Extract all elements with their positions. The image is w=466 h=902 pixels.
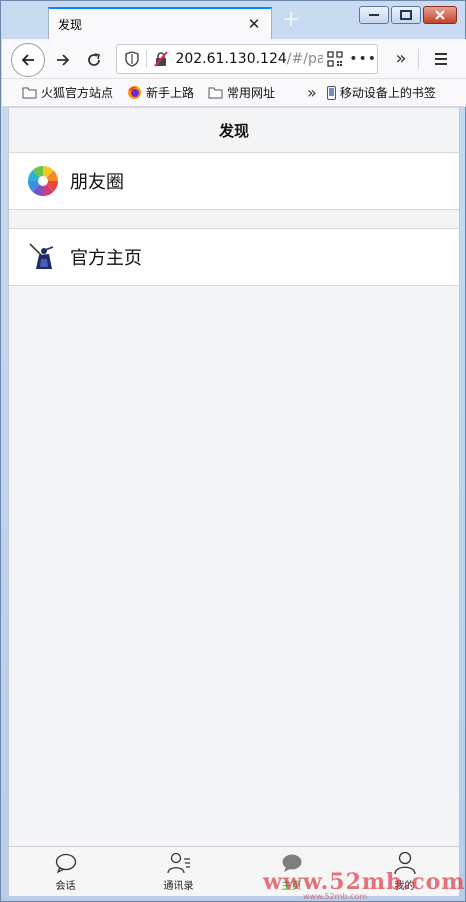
title-bar: 发现 ✕ + — [1, 1, 465, 39]
section-gap — [9, 210, 459, 229]
bookmark-label: 新手上路 — [146, 86, 195, 100]
url-host: 202.61.130.124 — [175, 51, 287, 67]
contacts-icon — [166, 851, 191, 875]
bookmark-item[interactable]: 移动设备上的书签 — [323, 82, 440, 104]
tab-title: 发现 — [58, 17, 83, 32]
url-text: 202.61.130.124/#/page — [175, 51, 323, 67]
page-title: 发现 — [218, 121, 249, 140]
bookmark-item[interactable]: 火狐官方站点 — [18, 82, 117, 104]
forward-button[interactable] — [51, 48, 75, 72]
list-item-moments[interactable]: 朋友圈 — [9, 153, 459, 210]
insecure-lock-icon[interactable] — [152, 50, 170, 68]
browser-tab[interactable]: 发现 ✕ — [48, 7, 272, 39]
page-viewport: 发现 朋友圈 官方主页 会话 通讯录 主页 我的 — [8, 108, 460, 896]
bookmarks-bar: 火狐官方站点 新手上路 常用网址 » 移动设备上的书签 — [2, 79, 466, 107]
tab-contacts[interactable]: 通讯录 — [122, 847, 235, 896]
back-button[interactable] — [11, 43, 45, 77]
minimize-button[interactable] — [359, 6, 389, 24]
folder-icon — [208, 87, 223, 99]
tab-home[interactable]: 主页 — [235, 847, 348, 896]
moments-icon — [26, 164, 60, 198]
firefox-icon — [128, 86, 142, 99]
bookmark-label: 移动设备上的书签 — [339, 86, 436, 100]
maximize-button[interactable] — [391, 6, 421, 24]
home-bubble-icon — [280, 851, 304, 875]
tab-label: 主页 — [281, 881, 302, 892]
bookmarks-overflow-icon[interactable]: » — [307, 83, 317, 102]
samurai-logo-icon — [26, 240, 60, 274]
list-item-label: 朋友圈 — [70, 172, 124, 193]
folder-icon — [22, 87, 37, 99]
close-tab-icon[interactable]: ✕ — [245, 15, 263, 33]
reload-button[interactable] — [82, 48, 106, 72]
hamburger-menu-icon[interactable] — [430, 48, 452, 70]
tab-label: 我的 — [394, 881, 415, 892]
page-actions-icon[interactable]: ••• — [349, 51, 377, 67]
arrow-right-icon — [57, 54, 70, 66]
new-tab-button[interactable]: + — [280, 9, 302, 32]
bottom-tab-bar: 会话 通讯录 主页 我的 — [9, 846, 459, 896]
page-header: 发现 — [9, 108, 459, 153]
tab-label: 会话 — [55, 881, 76, 892]
reload-icon — [88, 53, 100, 66]
bookmark-label: 火狐官方站点 — [41, 86, 114, 100]
toolbar-separator — [418, 49, 419, 69]
bookmark-item[interactable]: 新手上路 — [123, 82, 198, 104]
bookmark-label: 常用网址 — [227, 86, 276, 100]
url-separator — [145, 50, 147, 68]
qr-code-icon[interactable] — [327, 51, 343, 67]
list-item-official-homepage[interactable]: 官方主页 — [9, 229, 459, 286]
toolbar-overflow-icon[interactable]: » — [389, 48, 413, 72]
shield-icon[interactable] — [123, 50, 141, 68]
bookmark-item[interactable]: 常用网址 — [204, 82, 279, 104]
navigation-bar: 202.61.130.124/#/page ••• » — [2, 39, 466, 79]
window-controls — [359, 6, 457, 24]
browser-window: 发现 ✕ + 202.61.130.124/#/p ••• » 火狐官方站点 新… — [0, 0, 466, 902]
tab-me[interactable]: 我的 — [348, 847, 459, 896]
chat-bubble-icon — [54, 851, 78, 875]
user-icon — [393, 851, 417, 875]
tab-chat[interactable]: 会话 — [9, 847, 122, 896]
url-path: /#/page — [286, 51, 323, 67]
mobile-icon — [326, 85, 336, 100]
list-item-label: 官方主页 — [70, 248, 142, 269]
arrow-left-icon — [21, 54, 34, 66]
url-bar[interactable]: 202.61.130.124/#/page ••• — [116, 44, 378, 74]
close-window-button[interactable] — [423, 6, 457, 24]
tab-label: 通讯录 — [163, 881, 194, 892]
